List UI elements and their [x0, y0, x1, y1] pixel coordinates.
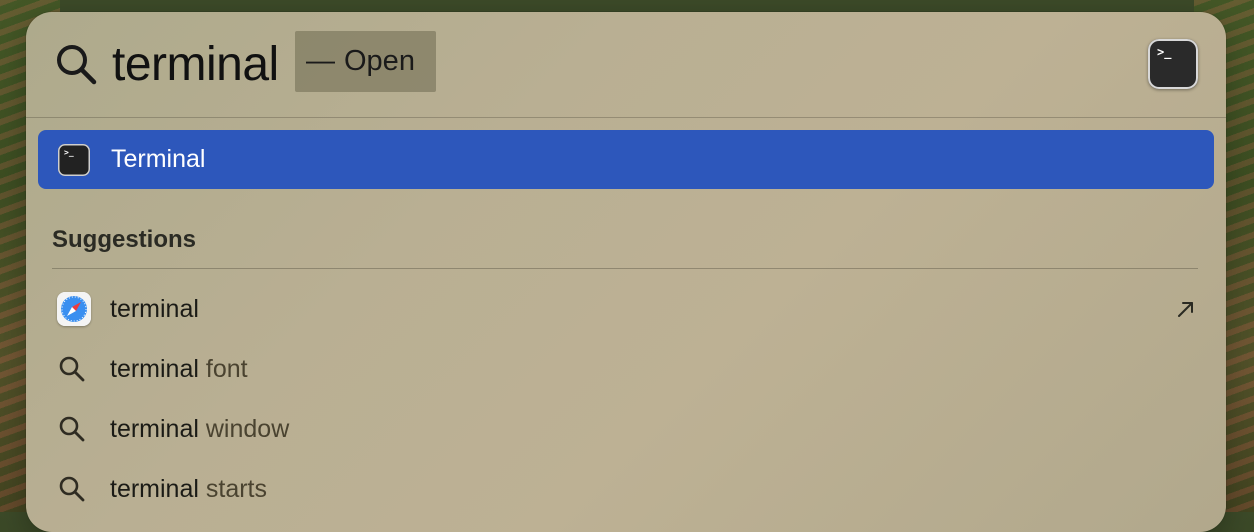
suggestion-item-search[interactable]: terminal starts	[26, 459, 1226, 519]
spotlight-panel: terminal — Open >_ >_ Terminal Suggestio…	[26, 12, 1226, 532]
top-hit-label: Terminal	[111, 145, 206, 173]
suggestions-heading: Suggestions	[52, 226, 197, 253]
suggestion-item-search[interactable]: terminal window	[26, 399, 1226, 459]
search-divider	[26, 117, 1226, 118]
completion-action: Open	[344, 45, 415, 77]
open-arrow-icon[interactable]	[1174, 297, 1198, 321]
suggestion-item-safari[interactable]: terminal	[26, 279, 1226, 339]
top-hit-terminal[interactable]: >_ Terminal	[38, 130, 1214, 189]
search-icon	[59, 416, 85, 442]
search-icon	[59, 476, 85, 502]
terminal-app-icon: >_	[58, 144, 90, 176]
suggestions-divider	[52, 268, 1198, 269]
suggestion-label: terminal	[110, 295, 199, 323]
search-bar[interactable]: terminal — Open >_	[26, 12, 1226, 117]
suggestion-label: terminal font	[110, 355, 248, 383]
completion-dash: —	[306, 45, 335, 77]
safari-icon	[57, 292, 91, 326]
search-icon	[59, 356, 85, 382]
suggestion-item-search[interactable]: terminal font	[26, 339, 1226, 399]
suggestion-label: terminal starts	[110, 475, 267, 503]
inline-completion-hint: — Open	[295, 31, 436, 92]
search-icon	[57, 45, 97, 85]
terminal-app-icon: >_	[1148, 39, 1198, 89]
search-query-text[interactable]: terminal	[112, 30, 279, 100]
suggestion-label: terminal window	[110, 415, 290, 443]
